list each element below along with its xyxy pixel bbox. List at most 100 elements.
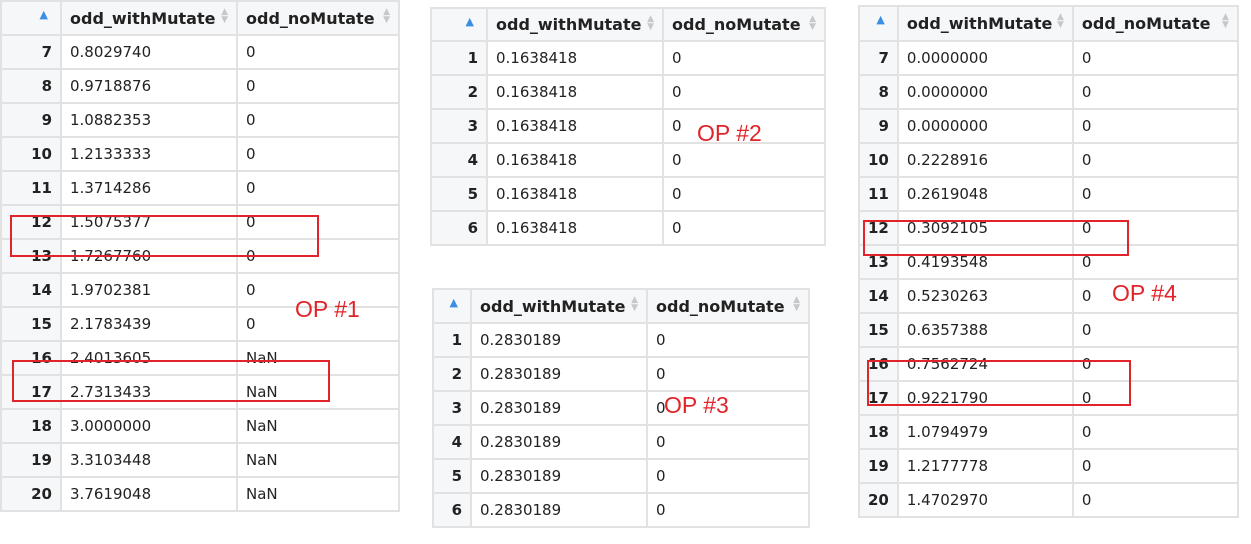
- sort-icon[interactable]: ▲ ▼: [647, 15, 654, 32]
- table-row: 10 1.2133333 0: [0, 136, 400, 172]
- row-index: 9: [858, 108, 899, 144]
- column-name: odd_withMutate: [496, 15, 642, 34]
- sort-icon[interactable]: ▲ ▼: [631, 296, 638, 313]
- column-header-odd_withMutate[interactable]: odd_withMutate ▲ ▼: [470, 288, 648, 324]
- cell-odd-nomutate: NaN: [236, 476, 400, 512]
- table-row: 19 1.2177778 0: [858, 448, 1239, 484]
- row-index: 6: [430, 210, 488, 246]
- index-header[interactable]: ▲: [0, 0, 62, 36]
- cell-odd-withmutate: 1.0794979: [896, 414, 1074, 450]
- cell-odd-nomutate: 0: [646, 322, 810, 358]
- row-index: 7: [858, 40, 899, 76]
- highlight-box-row-12: [10, 215, 319, 257]
- header-row: ▲ odd_withMutate ▲ ▼ odd_noMutate ▲ ▼: [858, 5, 1239, 42]
- row-index: 5: [430, 176, 488, 212]
- column-header-odd_noMutate[interactable]: odd_noMutate ▲ ▼: [662, 7, 826, 42]
- row-index: 10: [0, 136, 62, 172]
- row-index: 2: [432, 356, 472, 392]
- index-header[interactable]: ▲: [432, 288, 472, 324]
- cell-odd-withmutate: 0.1638418: [486, 108, 664, 144]
- row-index: 19: [0, 442, 62, 478]
- cell-odd-nomutate: NaN: [236, 408, 400, 444]
- row-index: 7: [0, 34, 62, 70]
- table-row: 3 0.2830189 0: [432, 390, 810, 426]
- table-row: 20 3.7619048 NaN: [0, 476, 400, 512]
- sort-icon[interactable]: ▲ ▼: [383, 8, 390, 25]
- row-index: 14: [858, 278, 899, 314]
- sort-ascending-icon[interactable]: ▲: [450, 296, 458, 309]
- cell-odd-nomutate: 0: [1071, 448, 1239, 484]
- sort-icon[interactable]: ▲ ▼: [1057, 13, 1064, 30]
- column-header-odd_withMutate[interactable]: odd_withMutate ▲ ▼: [486, 7, 664, 42]
- column-header-odd_noMutate[interactable]: odd_noMutate ▲ ▼: [646, 288, 810, 324]
- table-row: 14 0.5230263 0: [858, 278, 1239, 314]
- table-row: 20 1.4702970 0: [858, 482, 1239, 518]
- row-index: 3: [432, 390, 472, 426]
- row-index: 11: [858, 176, 899, 212]
- cell-odd-nomutate: 0: [646, 492, 810, 528]
- column-header-odd_withMutate[interactable]: odd_withMutate ▲ ▼: [60, 0, 238, 36]
- row-index: 20: [0, 476, 62, 512]
- table-row: 9 1.0882353 0: [0, 102, 400, 138]
- column-header-odd_noMutate[interactable]: odd_noMutate ▲ ▼: [236, 0, 400, 36]
- cell-odd-withmutate: 0.6357388: [896, 312, 1074, 348]
- data-table: ▲ odd_withMutate ▲ ▼ odd_noMutate ▲ ▼ 1 0.163841…: [430, 7, 826, 246]
- cell-odd-withmutate: 0.5230263: [896, 278, 1074, 314]
- cell-odd-nomutate: 0: [1071, 482, 1239, 518]
- column-name: odd_noMutate: [1081, 14, 1211, 33]
- sort-icon[interactable]: ▲ ▼: [809, 15, 816, 32]
- cell-odd-withmutate: 0.2830189: [470, 322, 648, 358]
- cell-odd-withmutate: 0.0000000: [896, 40, 1074, 76]
- highlight-box-row-12: [863, 220, 1129, 256]
- cell-odd-nomutate: 0: [646, 458, 810, 494]
- cell-odd-withmutate: 0.0000000: [896, 74, 1074, 110]
- cell-odd-withmutate: 3.0000000: [60, 408, 238, 444]
- row-index: 15: [858, 312, 899, 348]
- cell-odd-withmutate: 0.1638418: [486, 176, 664, 212]
- cell-odd-nomutate: 0: [662, 176, 826, 212]
- cell-odd-withmutate: 1.4702970: [896, 482, 1074, 518]
- row-index: 8: [858, 74, 899, 110]
- row-index: 1: [430, 40, 488, 76]
- column-header-odd_withMutate[interactable]: odd_withMutate ▲ ▼: [896, 5, 1074, 42]
- cell-odd-nomutate: 0: [662, 74, 826, 110]
- sort-ascending-icon[interactable]: ▲: [466, 15, 474, 28]
- cell-odd-nomutate: 0: [662, 142, 826, 178]
- index-header[interactable]: ▲: [430, 7, 488, 42]
- sort-icon[interactable]: ▲ ▼: [221, 8, 228, 25]
- row-index: 2: [430, 74, 488, 110]
- sort-ascending-icon[interactable]: ▲: [876, 13, 884, 26]
- cell-odd-withmutate: 0.1638418: [486, 40, 664, 76]
- table-row: 2 0.2830189 0: [432, 356, 810, 392]
- cell-odd-withmutate: 1.3714286: [60, 170, 238, 206]
- cell-odd-nomutate: 0: [236, 136, 400, 172]
- row-index: 11: [0, 170, 62, 206]
- column-name: odd_noMutate: [246, 8, 375, 28]
- cell-odd-withmutate: 2.1783439: [60, 306, 238, 342]
- cell-odd-nomutate: NaN: [236, 442, 400, 478]
- data-table: ▲ odd_withMutate ▲ ▼ odd_noMutate ▲ ▼ 7 0.000000…: [858, 5, 1239, 518]
- column-name: odd_withMutate: [480, 296, 626, 316]
- cell-odd-withmutate: 0.2619048: [896, 176, 1074, 212]
- sort-icon[interactable]: ▲ ▼: [1222, 13, 1229, 30]
- cell-odd-nomutate: 0: [662, 40, 826, 76]
- column-name: odd_withMutate: [906, 14, 1053, 33]
- table-row: 15 0.6357388 0: [858, 312, 1239, 348]
- index-header[interactable]: ▲: [858, 5, 899, 42]
- table-row: 6 0.1638418 0: [430, 210, 826, 246]
- column-header-odd_noMutate[interactable]: odd_noMutate ▲ ▼: [1071, 5, 1239, 42]
- cell-odd-withmutate: 3.7619048: [60, 476, 238, 512]
- cell-odd-withmutate: 0.2830189: [470, 458, 648, 494]
- row-index: 8: [0, 68, 62, 104]
- row-index: 4: [432, 424, 472, 460]
- column-name: odd_noMutate: [672, 15, 801, 34]
- table-row: 3 0.1638418 0: [430, 108, 826, 144]
- sort-ascending-icon[interactable]: ▲: [40, 8, 48, 21]
- table-row: 5 0.1638418 0: [430, 176, 826, 212]
- header-row: ▲ odd_withMutate ▲ ▼ odd_noMutate ▲ ▼: [430, 7, 826, 42]
- row-index: 20: [858, 482, 899, 518]
- sort-icon[interactable]: ▲ ▼: [793, 296, 800, 313]
- cell-odd-withmutate: 0.1638418: [486, 74, 664, 110]
- row-index: 5: [432, 458, 472, 494]
- cell-odd-withmutate: 0.8029740: [60, 34, 238, 70]
